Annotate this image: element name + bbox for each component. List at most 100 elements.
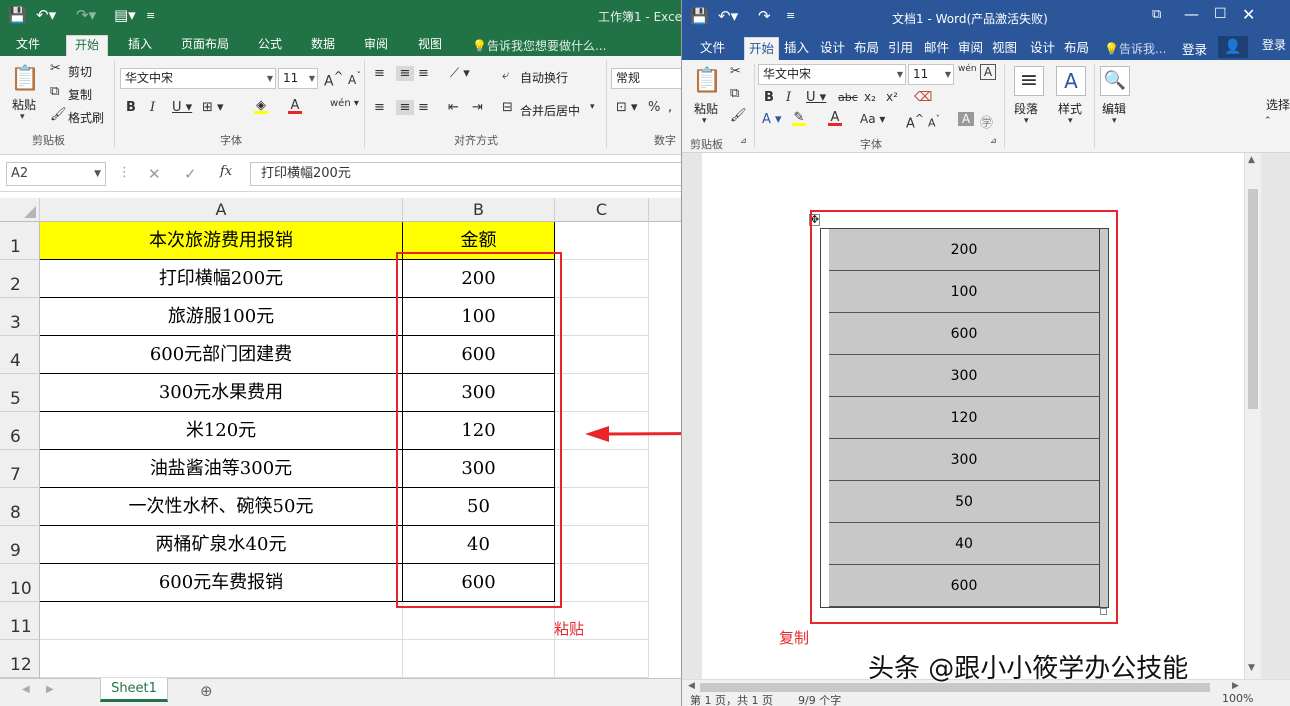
customize-qat-icon[interactable]: ≡ xyxy=(786,9,795,22)
scroll-left-icon[interactable]: ◀ xyxy=(688,681,695,691)
row-header[interactable]: 8 xyxy=(0,488,40,526)
tab-references[interactable]: 引用 xyxy=(884,37,917,60)
header-cell-a1[interactable]: 本次旅游费用报销 xyxy=(40,222,403,260)
tab-insert[interactable]: 插入 xyxy=(120,35,160,56)
word-count[interactable]: 9/9 个字 xyxy=(798,692,841,706)
phonetic-guide-icon[interactable]: wén xyxy=(958,64,977,74)
shrink-font-icon[interactable]: Aˇ xyxy=(348,71,361,87)
undo-icon[interactable]: ↶▾ xyxy=(718,7,738,25)
change-case-icon[interactable]: Aa ▾ xyxy=(860,112,885,126)
cell[interactable] xyxy=(555,260,649,298)
align-right-icon[interactable]: ≡ xyxy=(418,100,429,115)
row-header[interactable]: 4 xyxy=(0,336,40,374)
share-icon[interactable]: 👤 xyxy=(1218,36,1248,58)
customize-qat-icon[interactable]: ≡ xyxy=(146,9,155,22)
cell[interactable] xyxy=(555,298,649,336)
underline-icon[interactable]: U ▾ xyxy=(806,90,826,105)
increase-indent-icon[interactable]: ⇥ xyxy=(472,100,483,115)
cell[interactable] xyxy=(403,640,555,678)
name-box[interactable]: A2 ▼ xyxy=(6,162,106,186)
tell-me-box[interactable]: 💡告诉我... xyxy=(1104,40,1166,57)
format-painter-button[interactable]: 格式刷 xyxy=(68,109,104,126)
row-header[interactable]: 3 xyxy=(0,298,40,336)
grow-font-icon[interactable]: A^ xyxy=(324,69,343,90)
align-middle-icon[interactable]: ≡ xyxy=(396,66,414,81)
tab-page-layout[interactable]: 页面布局 xyxy=(173,35,237,56)
styles-icon[interactable]: A xyxy=(1056,66,1086,96)
bold-icon[interactable]: B xyxy=(126,100,136,115)
underline-icon[interactable]: U ▾ xyxy=(172,100,192,115)
tab-formulas[interactable]: 公式 xyxy=(250,35,290,56)
scroll-thumb[interactable] xyxy=(1248,189,1258,409)
table-cell-a[interactable]: 米120元 xyxy=(40,412,403,450)
align-top-icon[interactable]: ≡ xyxy=(374,66,385,81)
column-header-b[interactable]: B xyxy=(403,198,555,222)
cell[interactable] xyxy=(555,450,649,488)
add-sheet-icon[interactable]: ⊕ xyxy=(200,682,213,700)
enter-icon[interactable]: ✓ xyxy=(184,165,197,183)
font-color-icon[interactable]: A xyxy=(288,98,302,114)
formula-input[interactable]: 打印横幅200元 xyxy=(250,162,681,186)
select-all-corner[interactable] xyxy=(0,198,40,222)
close-icon[interactable]: ✕ xyxy=(1242,5,1255,24)
char-shading-icon[interactable]: A xyxy=(958,112,974,126)
find-icon[interactable]: 🔍 xyxy=(1100,66,1130,96)
highlight-icon[interactable]: ✎ xyxy=(792,110,806,126)
tab-view[interactable]: 视图 xyxy=(410,35,450,56)
tab-home[interactable]: 开始 xyxy=(66,35,109,56)
redo-icon[interactable]: ↷ xyxy=(758,7,771,25)
excel-sign-in-button[interactable]: 登录 xyxy=(1262,36,1286,53)
column-header-c[interactable]: C xyxy=(555,198,649,222)
font-color-icon[interactable]: A xyxy=(828,110,842,126)
tab-file[interactable]: 文件 xyxy=(8,35,48,56)
minimize-icon[interactable]: — xyxy=(1184,5,1199,23)
shrink-font-icon[interactable]: Aˇ xyxy=(928,114,940,130)
bold-icon[interactable]: B xyxy=(764,90,774,105)
align-center-icon[interactable]: ≡ xyxy=(396,100,414,115)
paste-dropdown-icon[interactable]: ▾ xyxy=(702,116,707,126)
table-cell-a[interactable]: 油盐酱油等300元 xyxy=(40,450,403,488)
align-left-icon[interactable]: ≡ xyxy=(374,100,385,115)
row-header[interactable]: 1 xyxy=(0,222,40,260)
strikethrough-icon[interactable]: abc xyxy=(838,91,858,104)
scroll-left-icon[interactable]: ◀ xyxy=(22,684,30,695)
paragraph-icon[interactable]: ≡ xyxy=(1014,66,1044,96)
cancel-icon[interactable]: ✕ xyxy=(148,165,161,183)
row-header[interactable]: 6 xyxy=(0,412,40,450)
fill-color-icon[interactable]: ◈ xyxy=(254,98,268,114)
sheet-tab-sheet1[interactable]: Sheet1 xyxy=(100,678,168,702)
tab-review[interactable]: 审阅 xyxy=(356,35,396,56)
subscript-icon[interactable]: x₂ xyxy=(864,90,876,104)
scroll-right-icon[interactable]: ▶ xyxy=(1232,681,1239,691)
char-border-icon[interactable]: A xyxy=(980,64,996,80)
tab-design[interactable]: 设计 xyxy=(816,37,849,60)
chevron-down-icon[interactable]: ▾ xyxy=(590,102,595,112)
cell[interactable] xyxy=(555,526,649,564)
cut-button[interactable]: 剪切 xyxy=(68,63,92,80)
tab-mailings[interactable]: 邮件 xyxy=(920,37,953,60)
scroll-right-icon[interactable]: ▶ xyxy=(46,684,54,695)
cell[interactable] xyxy=(555,640,649,678)
paragraph-button[interactable]: 段落 xyxy=(1014,100,1038,117)
chevron-down-icon[interactable]: ▾ xyxy=(1112,116,1117,126)
ribbon-display-icon[interactable]: ⧉ xyxy=(1152,7,1161,22)
clear-format-icon[interactable]: ⌫ xyxy=(914,90,932,105)
table-cell-a[interactable]: 600元部门团建费 xyxy=(40,336,403,374)
tell-me-box[interactable]: 💡告诉我您想要做什么... xyxy=(472,37,606,54)
decrease-indent-icon[interactable]: ⇤ xyxy=(448,100,459,115)
row-header[interactable]: 7 xyxy=(0,450,40,488)
editing-button[interactable]: 编辑 xyxy=(1102,100,1126,117)
comma-icon[interactable]: , xyxy=(668,100,672,115)
align-bottom-icon[interactable]: ≡ xyxy=(418,66,429,81)
currency-icon[interactable]: ⊡ ▾ xyxy=(616,100,638,115)
font-name-select[interactable]: 华文中宋 ▼ xyxy=(120,68,276,89)
enclose-char-icon[interactable]: ㊫ xyxy=(980,112,993,131)
scissors-icon[interactable]: ✂ xyxy=(730,64,741,79)
grow-font-icon[interactable]: A^ xyxy=(906,112,924,131)
form-icon[interactable]: ▤▾ xyxy=(114,6,136,24)
table-cell-a[interactable]: 打印横幅200元 xyxy=(40,260,403,298)
tab-layout[interactable]: 布局 xyxy=(850,37,883,60)
italic-icon[interactable]: I xyxy=(786,90,791,105)
tab-home[interactable]: 开始 xyxy=(744,37,780,60)
paste-icon[interactable]: 📋 xyxy=(10,64,40,92)
